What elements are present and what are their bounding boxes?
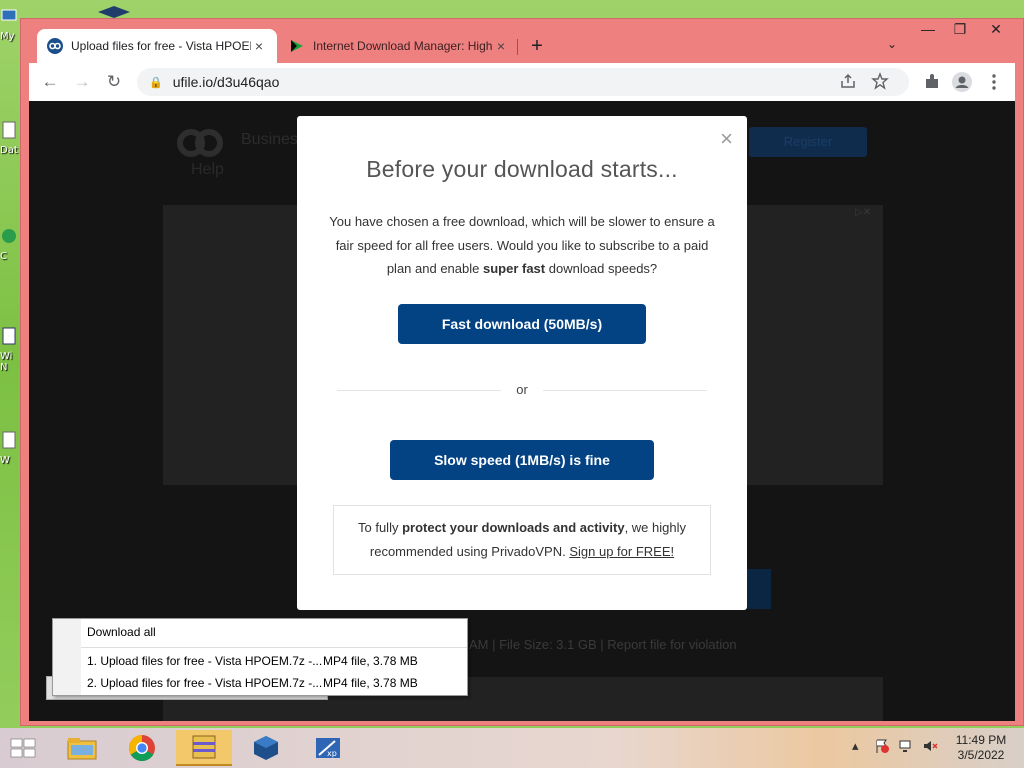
svg-text:xp: xp bbox=[327, 749, 337, 758]
back-button[interactable]: ← bbox=[39, 71, 61, 93]
ad-choices-icon: ▷✕ bbox=[855, 207, 872, 218]
show-hidden-icons-button[interactable]: ▴ bbox=[852, 738, 859, 754]
register-button: Register bbox=[749, 127, 867, 157]
app-icon bbox=[2, 229, 16, 243]
download-all-item[interactable]: Download all bbox=[87, 625, 156, 639]
tab-search-chevron-down-icon[interactable]: ⌄ bbox=[887, 37, 897, 51]
extensions-icon[interactable] bbox=[921, 71, 943, 93]
browser-toolbar: ← → ↻ 🔒 ufile.io/d3u46qao bbox=[29, 63, 1015, 101]
share-icon[interactable] bbox=[839, 72, 857, 90]
taskbar-windows-xp-mode[interactable]: xp bbox=[300, 730, 356, 766]
download-item-meta: MP4 file, 3.78 MB bbox=[323, 676, 418, 690]
tab-separator bbox=[517, 39, 518, 55]
document-icon bbox=[2, 327, 16, 345]
vpn-text-bold: protect your downloads and activity bbox=[402, 520, 625, 535]
taskbar-file-explorer[interactable] bbox=[54, 730, 110, 766]
document-icon bbox=[2, 431, 16, 449]
idm-favicon-icon bbox=[291, 40, 303, 52]
modal-text-bold: super fast bbox=[482, 261, 546, 276]
start-windows-icon[interactable] bbox=[8, 736, 38, 760]
vpn-text: To fully bbox=[358, 520, 403, 535]
desktop-icon-c[interactable]: C bbox=[0, 226, 22, 262]
help-link: Help bbox=[191, 161, 224, 178]
desktop-icon-label: My bbox=[0, 31, 15, 42]
reload-button[interactable]: ↻ bbox=[103, 71, 125, 93]
download-list-item[interactable]: 1. Upload files for free - Vista HPOEM.7… bbox=[87, 654, 418, 668]
new-tab-button[interactable]: + bbox=[527, 35, 547, 58]
url-text[interactable]: ufile.io/d3u46qao bbox=[173, 74, 280, 90]
or-divider: or bbox=[337, 381, 707, 399]
taskbar: xp ▴ 11:49 PM 3/5/2022 bbox=[0, 728, 1024, 768]
lock-icon[interactable]: 🔒 bbox=[149, 76, 163, 89]
chrome-menu-icon[interactable] bbox=[983, 71, 1005, 93]
ufile-logo-icon bbox=[177, 129, 223, 157]
vpn-promo: To fully protect your downloads and acti… bbox=[333, 505, 711, 575]
download-item-name: 1. Upload files for free - Vista HPOEM.7… bbox=[87, 654, 323, 668]
ufile-favicon-icon bbox=[47, 38, 63, 54]
close-window-button[interactable]: ✕ bbox=[981, 21, 1011, 38]
computer-icon bbox=[1, 9, 17, 21]
modal-description: You have chosen a free download, which w… bbox=[327, 210, 717, 281]
minimize-button[interactable]: — bbox=[913, 21, 943, 37]
winrar-icon bbox=[192, 735, 216, 759]
tab-ufile[interactable]: Upload files for free - Vista HPOEM.7z -… bbox=[37, 29, 277, 63]
taskbar-winrar[interactable] bbox=[176, 730, 232, 766]
desktop-icon-label: W bbox=[0, 455, 10, 466]
desktop-icon-label: Wi N bbox=[0, 351, 13, 373]
desktop-icon-my[interactable]: My bbox=[0, 6, 22, 42]
bookmark-star-icon[interactable] bbox=[871, 72, 889, 90]
desktop-icon-w[interactable]: W bbox=[0, 430, 22, 466]
forward-button[interactable]: → bbox=[71, 71, 93, 93]
desktop-icon-label: C bbox=[0, 251, 7, 262]
network-icon[interactable] bbox=[898, 738, 914, 754]
system-clock[interactable]: 11:49 PM 3/5/2022 bbox=[950, 733, 1012, 763]
clock-time: 11:49 PM bbox=[955, 733, 1007, 747]
divider-line bbox=[543, 390, 707, 391]
tab-close-icon[interactable]: × bbox=[493, 38, 509, 54]
clock-date: 3/5/2022 bbox=[957, 748, 1005, 762]
download-modal: × Before your download starts... You hav… bbox=[297, 116, 747, 610]
download-item-meta: MP4 file, 3.78 MB bbox=[323, 654, 418, 668]
tab-title: Internet Download Manager: Highest downl… bbox=[313, 39, 493, 53]
desktop-icon-label: Dat bbox=[0, 145, 18, 156]
taskbar-chrome[interactable] bbox=[114, 730, 170, 766]
profile-icon[interactable] bbox=[951, 71, 973, 93]
fast-download-button[interactable]: Fast download (50MB/s) bbox=[398, 304, 646, 344]
tab-idm[interactable]: Internet Download Manager: Highest downl… bbox=[279, 29, 519, 63]
download-menu: Download all 1. Upload files for free - … bbox=[52, 618, 468, 696]
virtualbox-icon bbox=[254, 736, 278, 760]
tab-title: Upload files for free - Vista HPOEM.7z -… bbox=[71, 39, 251, 53]
desktop-icon-wi[interactable]: Wi N bbox=[0, 326, 22, 373]
taskbar-virtualbox[interactable] bbox=[238, 730, 294, 766]
document-icon bbox=[2, 121, 16, 139]
windows-xp-mode-icon: xp bbox=[316, 738, 340, 758]
modal-title: Before your download starts... bbox=[366, 156, 678, 182]
download-item-name: 2. Upload files for free - Vista HPOEM.7… bbox=[87, 676, 323, 690]
volume-muted-icon[interactable] bbox=[922, 738, 938, 754]
tab-strip: Upload files for free - Vista HPOEM.7z -… bbox=[21, 19, 1023, 63]
file-info: AM | File Size: 3.1 GB | Report file for… bbox=[469, 637, 737, 652]
slow-download-button[interactable]: Slow speed (1MB/s) is fine bbox=[390, 440, 654, 480]
menu-gutter bbox=[53, 619, 81, 695]
maximize-button[interactable]: ❐ bbox=[945, 21, 975, 38]
menu-separator bbox=[81, 647, 467, 648]
file-explorer-icon bbox=[67, 738, 97, 760]
tab-close-icon[interactable]: × bbox=[251, 38, 267, 54]
download-list-item[interactable]: 2. Upload files for free - Vista HPOEM.7… bbox=[87, 676, 418, 690]
desktop-icon-dat[interactable]: Dat bbox=[0, 120, 22, 156]
action-center-flag-icon[interactable] bbox=[874, 738, 890, 754]
modal-close-icon[interactable]: × bbox=[720, 128, 733, 150]
modal-text-part: download speeds? bbox=[545, 261, 658, 276]
address-bar[interactable]: 🔒 ufile.io/d3u46qao bbox=[137, 68, 909, 96]
vpn-signup-link[interactable]: Sign up for FREE! bbox=[569, 544, 674, 559]
chrome-icon bbox=[128, 734, 155, 762]
